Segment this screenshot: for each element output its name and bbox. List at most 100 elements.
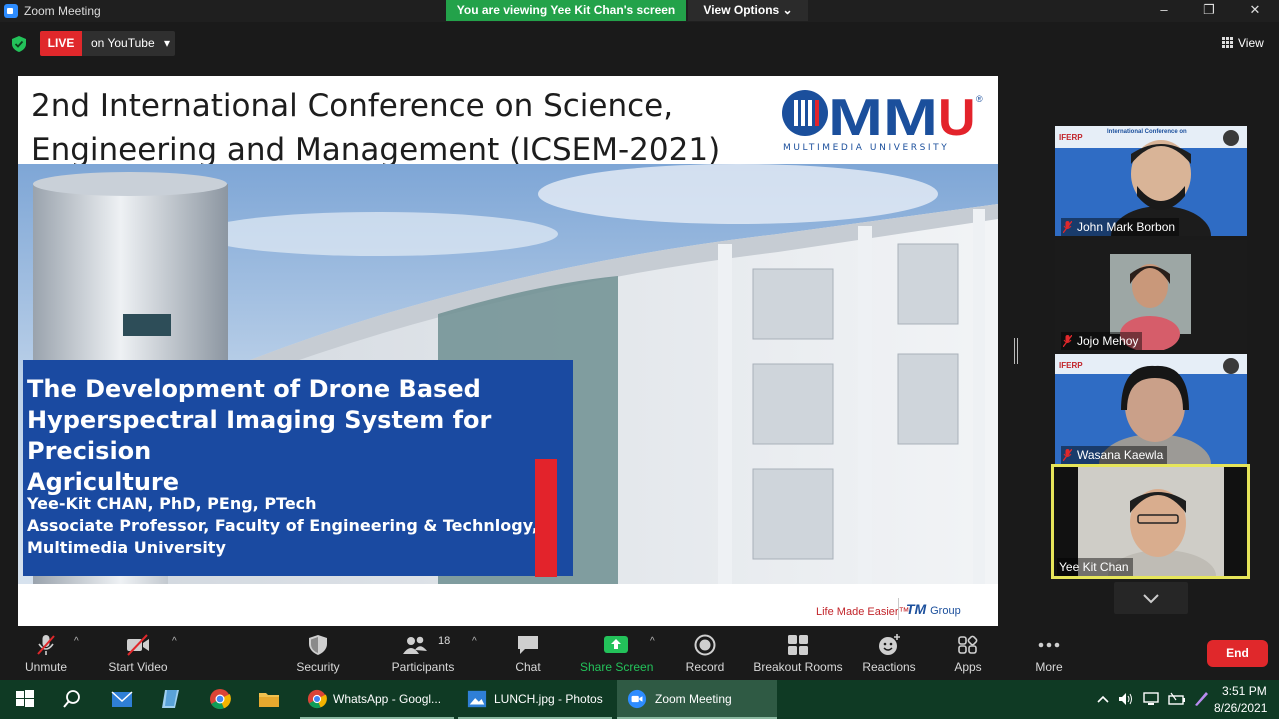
apps-icon [958, 635, 978, 654]
network-icon[interactable] [1142, 692, 1160, 706]
live-stream-label: on YouTube [91, 36, 155, 50]
security-label: Security [296, 660, 340, 674]
participants-options-caret[interactable]: ^ [472, 636, 477, 647]
clock-date[interactable]: 8/26/2021 [1214, 701, 1267, 715]
volume-icon[interactable] [1118, 692, 1134, 706]
slide-title: 2nd International Conference on Science,… [31, 84, 751, 172]
clock-time[interactable]: 3:51 PM [1222, 684, 1267, 698]
apps-button[interactable]: Apps [945, 628, 991, 680]
security-button[interactable]: Security [290, 628, 346, 680]
taskbar-app-photos[interactable]: LUNCH.jpg - Photos [458, 680, 612, 719]
record-label: Record [685, 660, 725, 674]
share-screen-label: Share Screen [580, 660, 654, 674]
mmu-logo-letters: MM [828, 89, 938, 147]
unmute-label: Unmute [24, 660, 68, 674]
view-options-button[interactable]: View Options ⌄ [688, 0, 808, 21]
mmu-logo: MM U ® MULTIMEDIA UNIVERSITY [782, 89, 983, 153]
meeting-toolbar: Unmute ^ Start Video ^ Security 18 Parti… [0, 628, 1279, 680]
zoom-meeting-window: Zoom Meeting You are viewing Yee Kit Cha… [0, 0, 1279, 719]
slide-footer: Life Made Easier™ TM Group [18, 584, 998, 626]
pen-icon[interactable] [1192, 690, 1210, 708]
active-speaker-tile[interactable]: Yee Kit Chan [1051, 464, 1250, 579]
grid-icon [1222, 37, 1233, 48]
participant-name-label: Wasana Kaewla [1061, 446, 1168, 464]
muted-mic-icon [1063, 449, 1072, 461]
participant-name: John Mark Borbon [1077, 220, 1176, 234]
close-button[interactable]: ✕ [1245, 2, 1265, 18]
search-icon[interactable] [61, 688, 83, 710]
taskbar-app-label: WhatsApp - Googl... [333, 692, 442, 706]
end-meeting-button[interactable]: End [1207, 640, 1268, 667]
minimize-button[interactable]: – [1154, 2, 1174, 17]
more-dots-icon [1038, 642, 1060, 648]
record-button[interactable]: Record [680, 628, 730, 680]
view-layout-button[interactable]: View [1222, 36, 1264, 50]
reactions-button[interactable]: Reactions [860, 628, 918, 680]
backdrop-org: IFERP [1059, 133, 1083, 142]
window-title-bar: Zoom Meeting You are viewing Yee Kit Cha… [0, 0, 1279, 22]
muted-mic-icon [1063, 221, 1072, 233]
breakout-rooms-label: Breakout Rooms [753, 660, 843, 674]
shield-icon[interactable] [12, 36, 26, 52]
mmu-logo-u: U [938, 89, 976, 147]
start-video-button[interactable]: Start Video [104, 628, 172, 680]
taskbar-app-zoom[interactable]: Zoom Meeting [617, 680, 777, 719]
participant-name-label: John Mark Borbon [1061, 218, 1180, 236]
taskbar-app-label: Zoom Meeting [655, 692, 732, 706]
audio-options-caret[interactable]: ^ [74, 636, 79, 647]
restore-button[interactable]: ❐ [1199, 2, 1219, 18]
viewing-screen-banner: You are viewing Yee Kit Chan's screen [446, 0, 686, 21]
talk-title: The Development of Drone Based Hyperspec… [27, 374, 557, 498]
chevron-down-icon: ▾ [163, 36, 170, 50]
footer-divider [898, 598, 899, 620]
participant-name: Wasana Kaewla [1077, 448, 1164, 462]
mail-icon[interactable] [111, 688, 133, 710]
window-title: Zoom Meeting [24, 4, 101, 18]
taskbar-app-whatsapp[interactable]: WhatsApp - Googl... [300, 680, 454, 719]
apps-label: Apps [954, 660, 982, 674]
notepad-icon[interactable] [160, 688, 182, 710]
chevron-up-icon[interactable] [1096, 693, 1110, 705]
breakout-rooms-button[interactable]: Breakout Rooms [750, 628, 846, 680]
breakout-rooms-icon [788, 635, 808, 655]
share-screen-icon [604, 636, 628, 653]
participant-tile[interactable]: Jojo Mehoy [1055, 240, 1247, 350]
panel-resize-handle[interactable] [1014, 338, 1018, 364]
shield-icon [309, 635, 327, 655]
participant-name-label: Yee Kit Chan [1057, 558, 1133, 576]
chat-label: Chat [515, 660, 541, 674]
more-label: More [1035, 660, 1063, 674]
chat-button[interactable]: Chat [505, 628, 551, 680]
participants-count: 18 [438, 635, 451, 647]
video-off-icon [127, 634, 149, 656]
chevron-down-icon [1143, 594, 1159, 604]
live-stream-dropdown[interactable]: on YouTube ▾ [82, 31, 175, 56]
zoom-icon [627, 689, 647, 709]
talk-title-line: Hyperspectral Imaging System for Precisi… [27, 406, 492, 465]
windows-start-icon[interactable] [14, 688, 36, 710]
participants-button[interactable]: 18 Participants [388, 628, 458, 680]
live-badge[interactable]: LIVE [40, 31, 82, 56]
participant-tile[interactable]: IFERP International Conference on John M… [1055, 126, 1247, 236]
zoom-app-icon [4, 4, 18, 18]
meeting-top-strip: LIVE on YouTube ▾ View [0, 22, 1279, 66]
unmute-button[interactable]: Unmute [16, 628, 76, 680]
chat-bubble-icon [518, 636, 538, 654]
participant-tile[interactable]: IFERP Wasana Kaewla [1055, 354, 1247, 464]
battery-icon[interactable] [1168, 692, 1186, 706]
share-screen-button[interactable]: Share Screen [580, 628, 654, 680]
shared-screen-slide: 2nd International Conference on Science,… [18, 76, 998, 626]
slide-accent-bar [535, 459, 557, 577]
registered-mark: ® [976, 94, 983, 104]
share-options-caret[interactable]: ^ [650, 636, 655, 647]
more-button[interactable]: More [1026, 628, 1072, 680]
presenter-name: Yee-Kit CHAN, PhD, PEng, PTech [27, 494, 317, 513]
start-video-label: Start Video [108, 660, 168, 674]
chrome-icon[interactable] [209, 688, 231, 710]
taskbar-app-label: LUNCH.jpg - Photos [494, 692, 603, 706]
video-options-caret[interactable]: ^ [172, 636, 177, 647]
gallery-next-page-button[interactable] [1114, 582, 1188, 614]
participants-icon [403, 636, 427, 654]
file-explorer-icon[interactable] [258, 688, 280, 710]
participant-name-label: Jojo Mehoy [1061, 332, 1143, 350]
